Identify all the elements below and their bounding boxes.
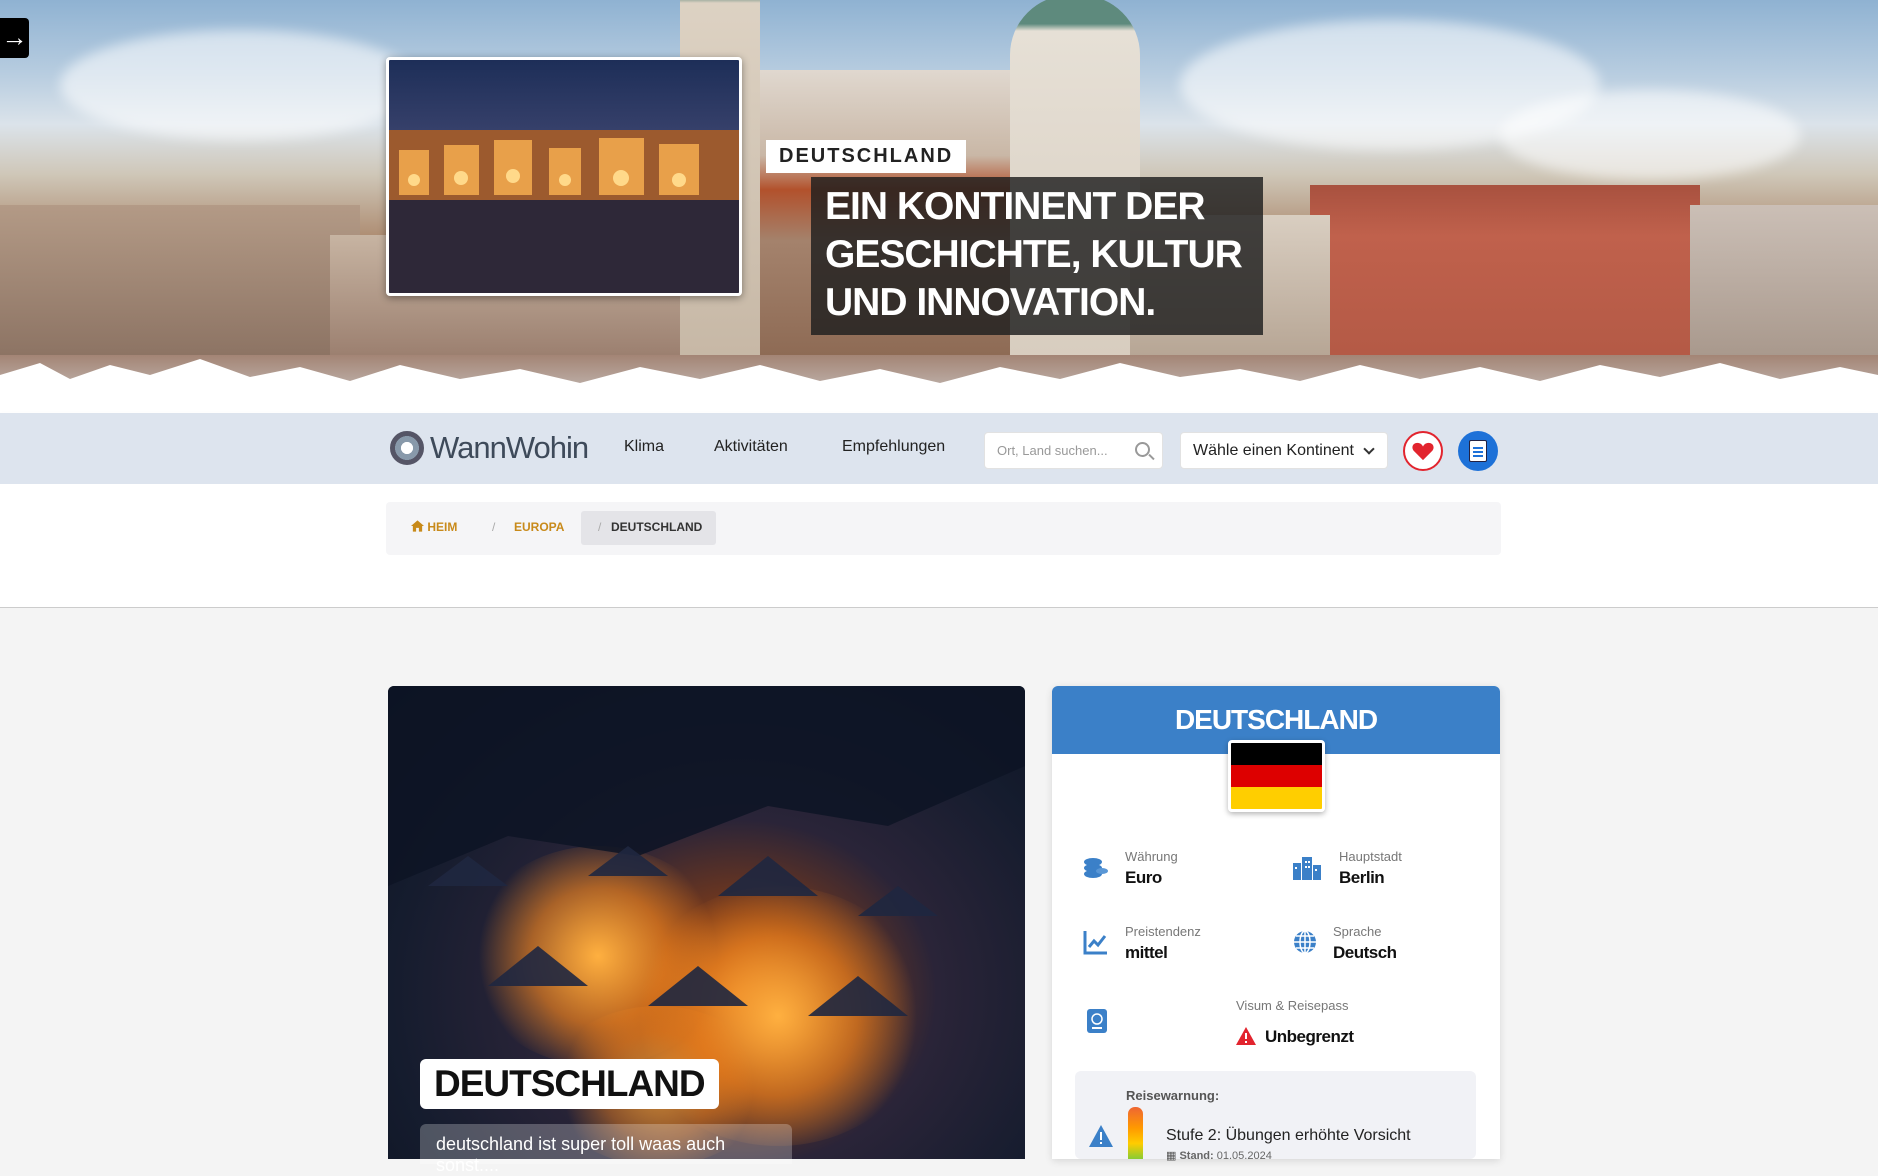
continent-select-value: Wähle einen Kontinent: [1193, 442, 1354, 459]
logo-text: WannWohin: [430, 430, 589, 465]
feature-description: deutschland ist super toll waas auch son…: [420, 1124, 792, 1175]
calendar-icon: ▦: [1166, 1150, 1177, 1162]
nav-link-klima[interactable]: Klima: [624, 438, 664, 456]
city-icon: [1293, 857, 1321, 880]
warning-date-label: Stand:: [1179, 1150, 1214, 1162]
chevron-down-icon: [1363, 443, 1375, 455]
language-label: Sprache: [1333, 924, 1382, 939]
breadcrumb-separator: /: [598, 520, 602, 534]
travel-warning-title: Reisewarnung:: [1126, 1088, 1220, 1103]
favorites-button[interactable]: [1403, 431, 1443, 471]
currency-value: Euro: [1125, 868, 1162, 887]
breadcrumb-home-label: HEIM: [427, 520, 458, 534]
hero-country-tag: DEUTSCHLAND: [766, 140, 967, 173]
search-icon[interactable]: [1135, 442, 1150, 457]
search-input[interactable]: Ort, Land suchen...: [984, 432, 1163, 469]
heart-icon: [1412, 442, 1434, 461]
breadcrumb-home[interactable]: HEIM: [411, 520, 457, 534]
flag-stripe-red: [1231, 764, 1322, 787]
nav-link-aktivitaeten[interactable]: Aktivitäten: [714, 438, 788, 456]
breadcrumb-separator: /: [492, 520, 496, 534]
section-divider: [0, 607, 1878, 608]
alert-icon: [1089, 1125, 1113, 1147]
breadcrumb-continent[interactable]: EUROPA: [514, 520, 564, 534]
compass-icon: [390, 431, 424, 465]
warning-triangle-icon: [1236, 1027, 1256, 1045]
flag-stripe-black: [1231, 743, 1322, 765]
price-value: mittel: [1125, 943, 1168, 962]
feature-title: DEUTSCHLAND: [420, 1059, 719, 1109]
arrow-right-icon: →: [1, 22, 28, 52]
passport-icon: [1087, 1009, 1107, 1033]
hero-thumbnail-image: [386, 57, 742, 296]
nav-link-empfehlungen[interactable]: Empfehlungen: [842, 438, 945, 456]
warning-level-gauge: [1128, 1107, 1143, 1159]
currency-label: Währung: [1125, 849, 1178, 864]
notepad-icon: [1469, 440, 1487, 462]
search-placeholder: Ort, Land suchen...: [997, 443, 1108, 458]
flag-stripe-gold: [1231, 786, 1322, 809]
coins-icon: [1084, 858, 1108, 878]
visa-label: Visum & Reisepass: [1236, 998, 1349, 1013]
home-icon: [411, 520, 424, 532]
trend-chart-icon: [1083, 931, 1107, 955]
capital-value: Berlin: [1339, 868, 1385, 887]
price-label: Preistendenz: [1125, 924, 1201, 939]
continent-select[interactable]: Wähle einen Kontinent: [1180, 432, 1388, 469]
hero-headline: EIN KONTINENT DER GESCHICHTE, KULTUR UND…: [811, 177, 1263, 335]
travel-warning-level: Stufe 2: Übungen erhöhte Vorsicht: [1166, 1127, 1411, 1144]
country-flag: [1228, 740, 1325, 812]
visa-value: Unbegrenzt: [1265, 1027, 1354, 1046]
travel-plan-button[interactable]: [1458, 431, 1498, 471]
breadcrumb-current: DEUTSCHLAND: [611, 520, 703, 534]
language-value: Deutsch: [1333, 943, 1397, 962]
capital-label: Hauptstadt: [1339, 849, 1402, 864]
sidebar-toggle-button[interactable]: →: [0, 18, 29, 58]
warning-date-value: 01.05.2024: [1216, 1150, 1272, 1162]
site-logo[interactable]: WannWohin: [390, 428, 589, 468]
globe-icon: [1294, 930, 1316, 954]
travel-warning-date: ▦ Stand: 01.05.2024: [1166, 1149, 1272, 1162]
